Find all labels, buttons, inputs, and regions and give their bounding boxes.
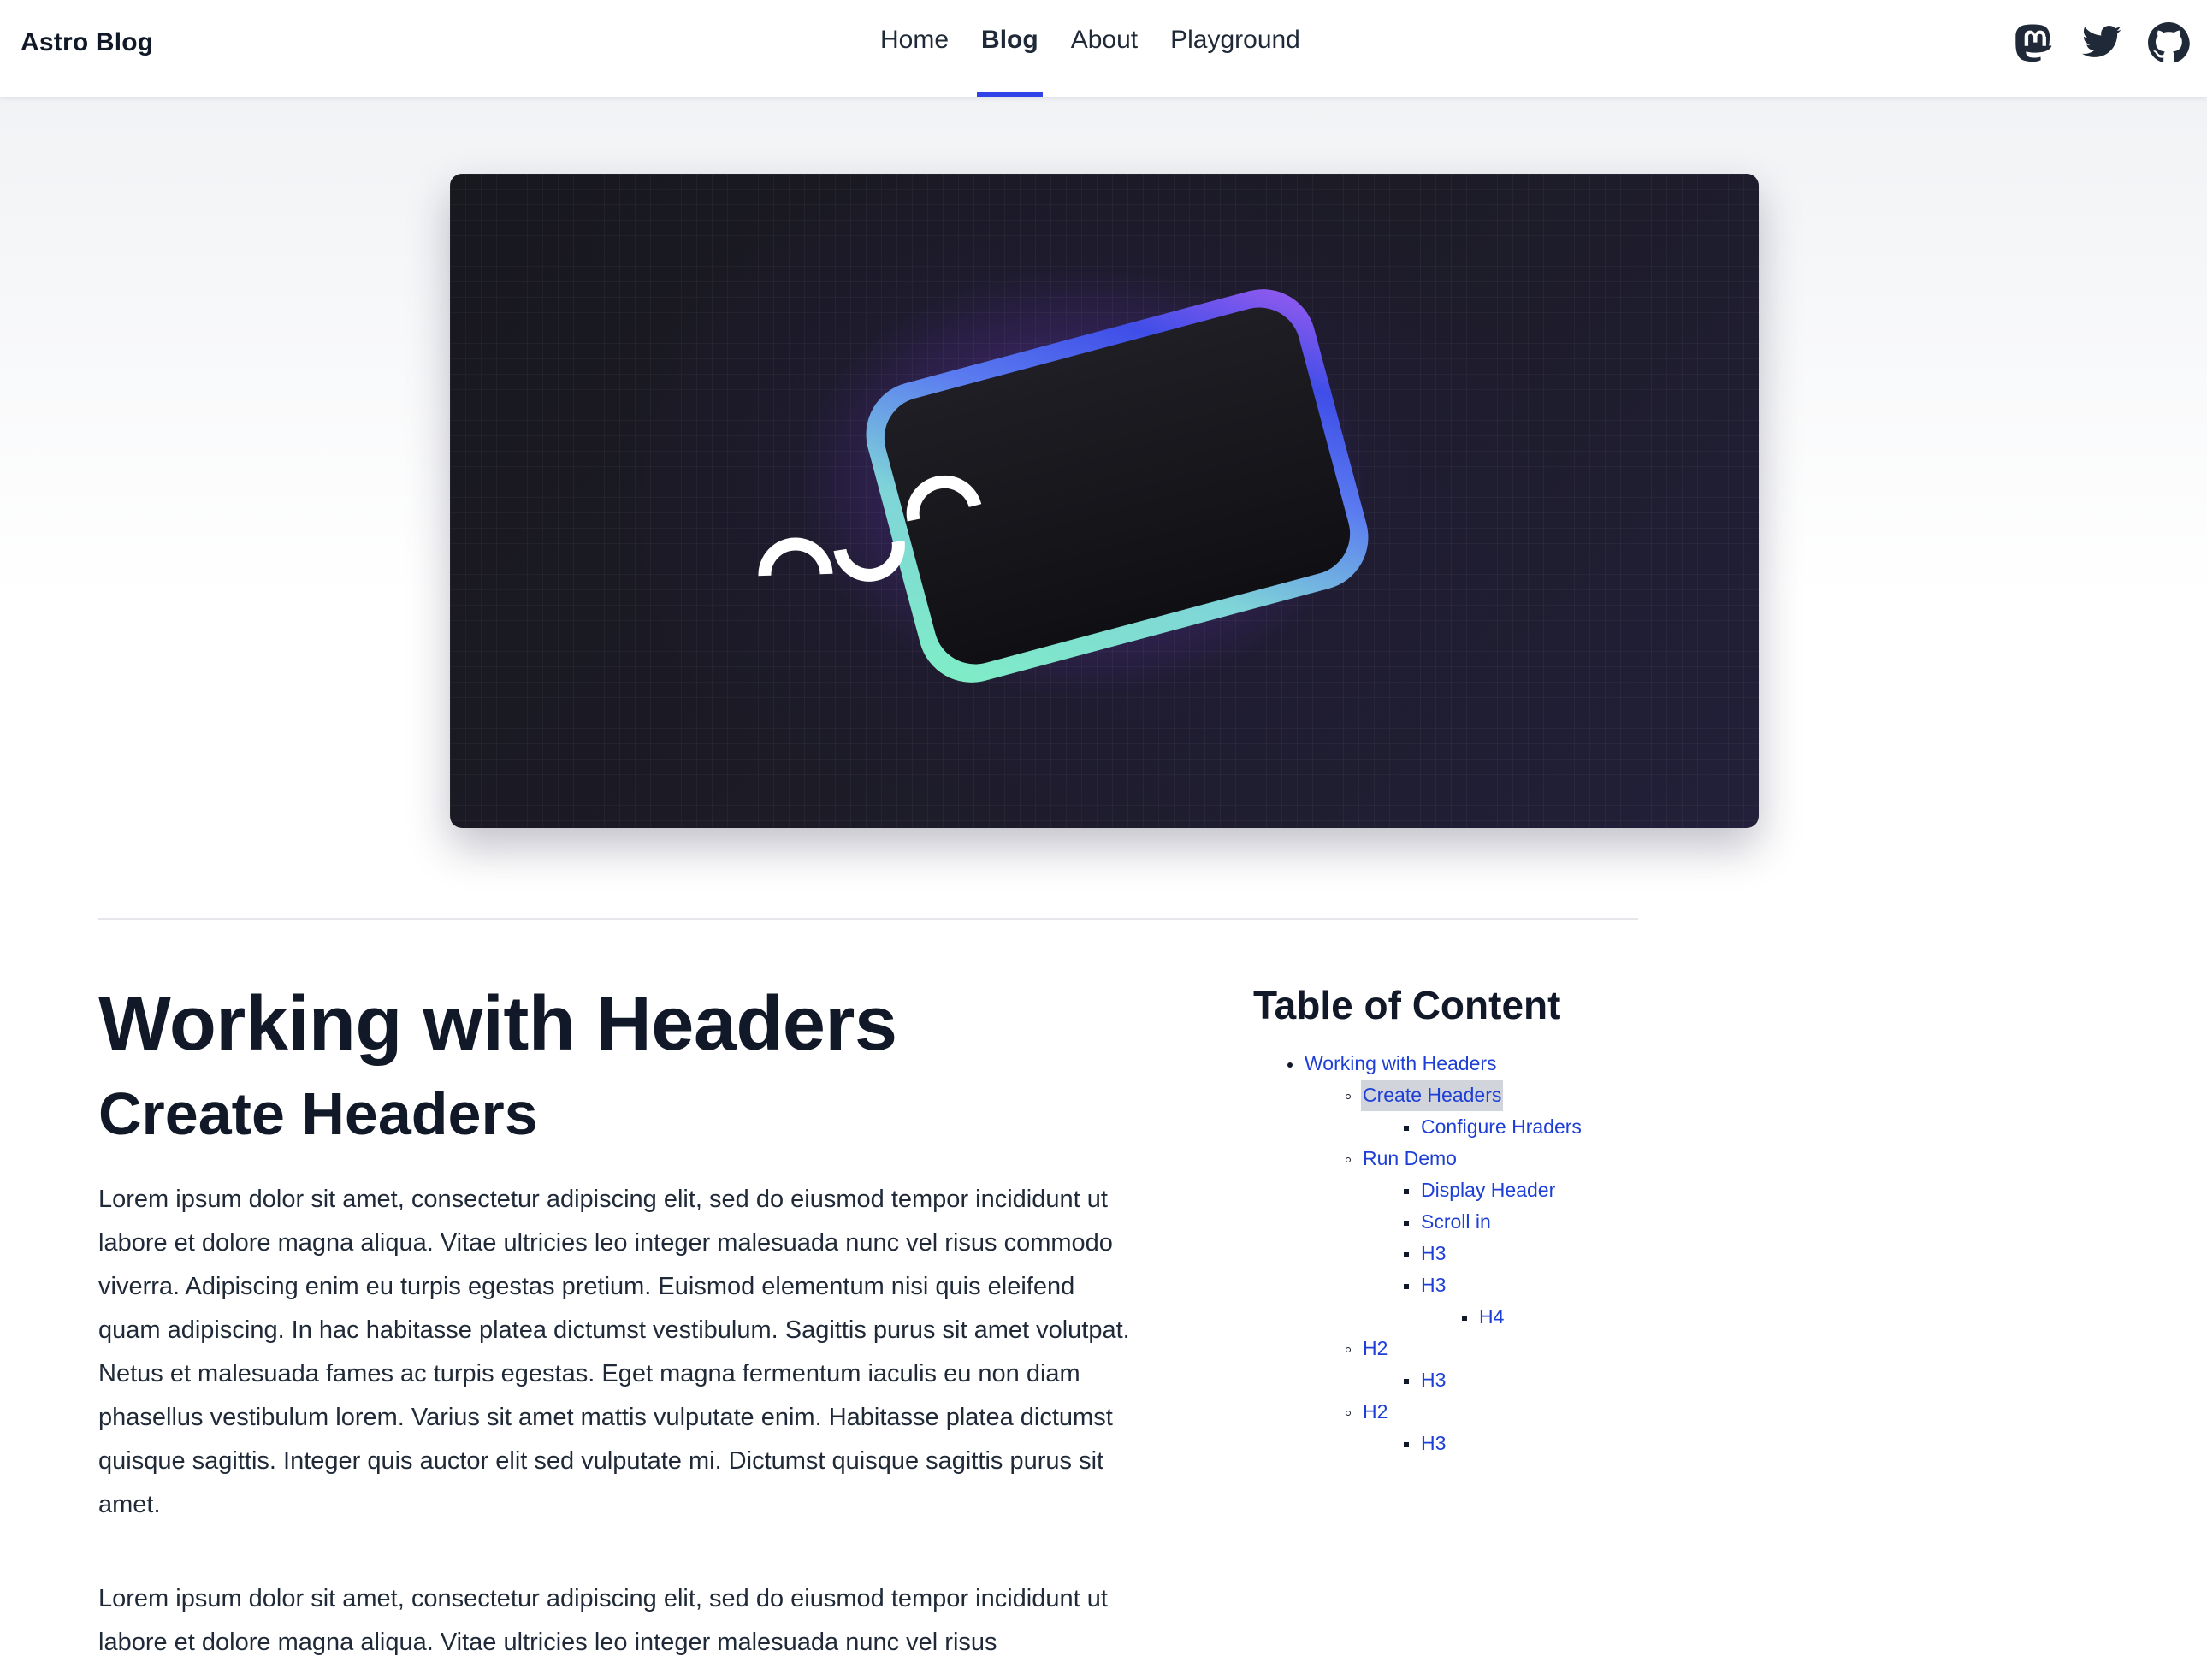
toc-item: Display Header (1253, 1174, 1647, 1206)
toc-link[interactable]: H4 (1479, 1301, 1504, 1333)
toc-link-active[interactable]: Create Headers (1361, 1080, 1504, 1111)
article: Working with Headers Create Headers Lore… (98, 975, 1138, 1665)
toc-link[interactable]: H3 (1421, 1269, 1446, 1301)
toc-bullet (1404, 1252, 1409, 1257)
toc-item: H4 (1253, 1301, 1647, 1333)
nav-item-home[interactable]: Home (864, 0, 965, 97)
toc-link[interactable]: Scroll in (1421, 1206, 1491, 1238)
toc-bullet (1404, 1379, 1409, 1384)
toc-bullet (1346, 1094, 1351, 1099)
toc-bullet (1404, 1442, 1409, 1447)
toc-bullet (1346, 1411, 1351, 1416)
toc-item: H3 (1253, 1269, 1647, 1301)
toc-list: Working with Headers Create Headers Conf… (1253, 1048, 1647, 1459)
article-paragraph: Lorem ipsum dolor sit amet, consectetur … (98, 1585, 1108, 1656)
toc-bullet (1287, 1062, 1293, 1068)
toc-link[interactable]: Configure Hraders (1421, 1111, 1582, 1143)
toc-link[interactable]: Working with Headers (1305, 1048, 1497, 1080)
toc-bullet (1404, 1126, 1409, 1131)
article-paragraph: Lorem ipsum dolor sit amet, consectetur … (98, 1186, 1130, 1518)
toc-link[interactable]: H2 (1363, 1396, 1388, 1428)
toc-link[interactable]: Display Header (1421, 1174, 1555, 1206)
toc-link[interactable]: H3 (1421, 1238, 1446, 1269)
toc-item: Create Headers (1253, 1080, 1647, 1111)
toc-item: Working with Headers (1253, 1048, 1647, 1080)
nav-item-blog[interactable]: Blog (965, 0, 1055, 97)
toc-bullet (1404, 1189, 1409, 1194)
main-nav: Home Blog About Playground (864, 0, 1317, 97)
toc-link[interactable]: H3 (1421, 1428, 1446, 1459)
toc-item: H2 (1253, 1396, 1647, 1428)
nav-item-about[interactable]: About (1055, 0, 1154, 97)
site-header: Astro Blog Home Blog About Playground (0, 0, 2207, 97)
mouth (833, 540, 905, 582)
mascot-illustration (758, 289, 1369, 683)
toc-bullet (1346, 1347, 1351, 1352)
left-eye (758, 537, 833, 577)
toc-item: H2 (1253, 1333, 1647, 1364)
social-links (2014, 21, 2190, 64)
toc-item: Configure Hraders (1253, 1111, 1647, 1143)
mastodon-icon[interactable] (2014, 21, 2056, 64)
article-subtitle: Create Headers (98, 1080, 538, 1147)
toc-item: Scroll in (1253, 1206, 1647, 1238)
toc-item: Run Demo (1253, 1143, 1647, 1174)
toc-bullet (1462, 1316, 1467, 1321)
toc-link[interactable]: H2 (1363, 1333, 1388, 1364)
toc-item: H3 (1253, 1238, 1647, 1269)
github-icon[interactable] (2147, 21, 2190, 64)
nav-item-playground[interactable]: Playground (1154, 0, 1317, 97)
toc-link[interactable]: H3 (1421, 1364, 1446, 1396)
table-of-contents: Table of Content Working with Headers Cr… (1253, 975, 1647, 1459)
twitter-icon[interactable] (2080, 21, 2123, 64)
toc-title: Table of Content (1253, 983, 1561, 1027)
content-divider (98, 918, 1638, 920)
site-brand[interactable]: Astro Blog (21, 28, 153, 57)
article-title: Working with Headers (98, 981, 897, 1067)
toc-bullet (1404, 1221, 1409, 1226)
hero-image (450, 174, 1759, 828)
toc-item: H3 (1253, 1364, 1647, 1396)
toc-bullet (1346, 1157, 1351, 1162)
toc-bullet (1404, 1284, 1409, 1289)
toc-item: H3 (1253, 1428, 1647, 1459)
toc-link[interactable]: Run Demo (1363, 1143, 1457, 1174)
